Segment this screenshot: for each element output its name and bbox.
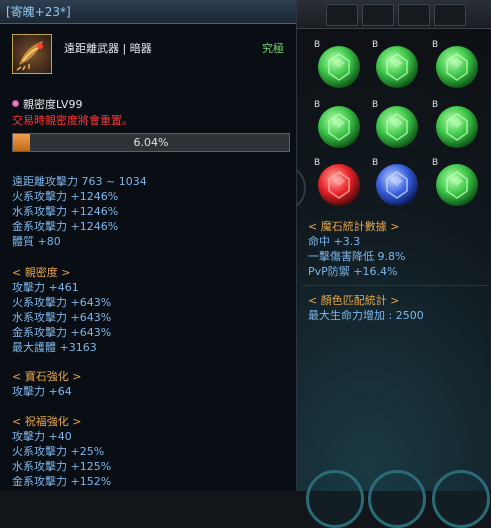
- stat-line: 金系攻擊力 +152%: [12, 475, 112, 488]
- gem-grade-label: B: [432, 158, 439, 168]
- stat-line: 體質 +80: [12, 235, 61, 248]
- green-gem-icon[interactable]: B: [314, 40, 362, 90]
- skill-slot-ring[interactable]: [368, 470, 426, 528]
- stat-line: 火系攻擊力 +643%: [12, 296, 112, 309]
- tooltip-title-bar: [寄魄+23*]: [0, 0, 296, 24]
- intimacy-label: 親密度LV99: [23, 98, 83, 111]
- item-type: 遠距離武器 | 暗器: [64, 42, 152, 55]
- intimacy-progress-bar: 6.04%: [12, 133, 290, 152]
- divider: [302, 285, 488, 286]
- stat-line: 水系攻擊力 +643%: [12, 311, 112, 324]
- gem-grade-label: B: [314, 100, 321, 110]
- gem-grade-label: B: [432, 100, 439, 110]
- section-header-color-match: < 顏色匹配統計 >: [308, 294, 400, 307]
- green-gem-icon[interactable]: B: [432, 40, 480, 90]
- gem-grade-label: B: [432, 40, 439, 50]
- stat-line: 火系攻擊力 +1246%: [12, 190, 119, 203]
- green-gem-icon[interactable]: B: [432, 100, 480, 150]
- gem-grade-label: B: [314, 40, 321, 50]
- item-grade: 究極: [262, 42, 284, 55]
- item-name: [寄魄+23*]: [6, 5, 71, 19]
- stat-line: 一擊傷害降低 9.8%: [308, 250, 406, 263]
- section-header-magic-stone: < 魔石統計數據 >: [308, 220, 400, 233]
- section-header-intimacy: < 親密度 >: [12, 266, 71, 279]
- progress-text: 6.04%: [133, 136, 169, 149]
- item-tooltip: [寄魄+23*] 遠距離武器 | 暗器 究極 親密度LV99 交易時親密度將會重…: [0, 0, 297, 491]
- green-gem-icon[interactable]: B: [372, 40, 420, 90]
- heart-icon: [12, 100, 19, 107]
- green-gem-icon[interactable]: B: [314, 100, 362, 150]
- stat-line: 火系攻擊力 +25%: [12, 445, 105, 458]
- red-gem-icon[interactable]: B: [314, 158, 362, 208]
- green-gem-icon[interactable]: B: [432, 158, 480, 208]
- toolbar-slot[interactable]: [326, 4, 358, 26]
- stat-line: 最大護體 +3163: [12, 341, 97, 354]
- toolbar-slot[interactable]: [398, 4, 430, 26]
- section-header-gem-enhance: < 寶石強化 >: [12, 370, 82, 383]
- skill-slot-ring[interactable]: [306, 470, 364, 528]
- blue-gem-icon[interactable]: B: [372, 158, 420, 208]
- stat-line: 金系攻擊力 +643%: [12, 326, 112, 339]
- stat-line: 最大生命力增加 : 2500: [308, 309, 424, 322]
- gem-grade-label: B: [372, 40, 379, 50]
- stat-line: 攻擊力 +40: [12, 430, 72, 443]
- stat-line: 命中 +3.3: [308, 235, 361, 248]
- intimacy-warning: 交易時親密度將會重置。: [12, 114, 133, 127]
- dragon-claw-weapon-icon: [12, 34, 52, 74]
- stat-line: 金系攻擊力 +1246%: [12, 220, 119, 233]
- gem-grade-label: B: [314, 158, 321, 168]
- gem-grade-label: B: [372, 100, 379, 110]
- stat-line: 攻擊力 +461: [12, 281, 79, 294]
- green-gem-icon[interactable]: B: [372, 100, 420, 150]
- stat-line: 攻擊力 +64: [12, 385, 72, 398]
- gem-grade-label: B: [372, 158, 379, 168]
- toolbar-slot[interactable]: [434, 4, 466, 26]
- skill-slot-ring[interactable]: [432, 470, 490, 528]
- stat-line: 遠距離攻擊力 763 ~ 1034: [12, 175, 147, 188]
- stat-line: 水系攻擊力 +1246%: [12, 205, 119, 218]
- intimacy-level: 親密度LV99: [12, 96, 82, 112]
- toolbar-slot[interactable]: [362, 4, 394, 26]
- top-toolbar: [296, 0, 491, 29]
- stat-line: PvP防禦 +16.4%: [308, 265, 398, 278]
- stat-line: 水系攻擊力 +125%: [12, 460, 112, 473]
- section-header-blessing: < 祝福強化 >: [12, 415, 82, 428]
